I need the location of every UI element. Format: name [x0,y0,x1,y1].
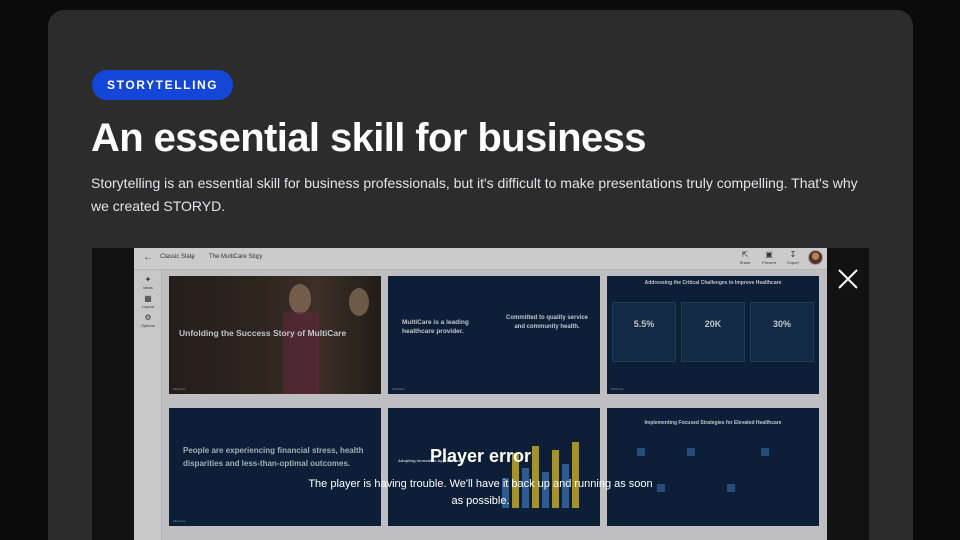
player-error-message: The player is having trouble. We'll have… [308,478,653,507]
storytelling-section: STORYTELLING An essential skill for busi… [48,10,913,540]
section-description: Storytelling is an essential skill for b… [91,175,858,214]
close-icon[interactable] [836,267,860,291]
player-error-title: Player error [429,446,532,466]
category-badge: STORYTELLING [92,70,234,100]
section-headline: An essential skill for business [91,116,647,160]
video-player[interactable]: ← Classic Slate ⌄ The MultiCare Story ⌄ … [92,248,869,540]
